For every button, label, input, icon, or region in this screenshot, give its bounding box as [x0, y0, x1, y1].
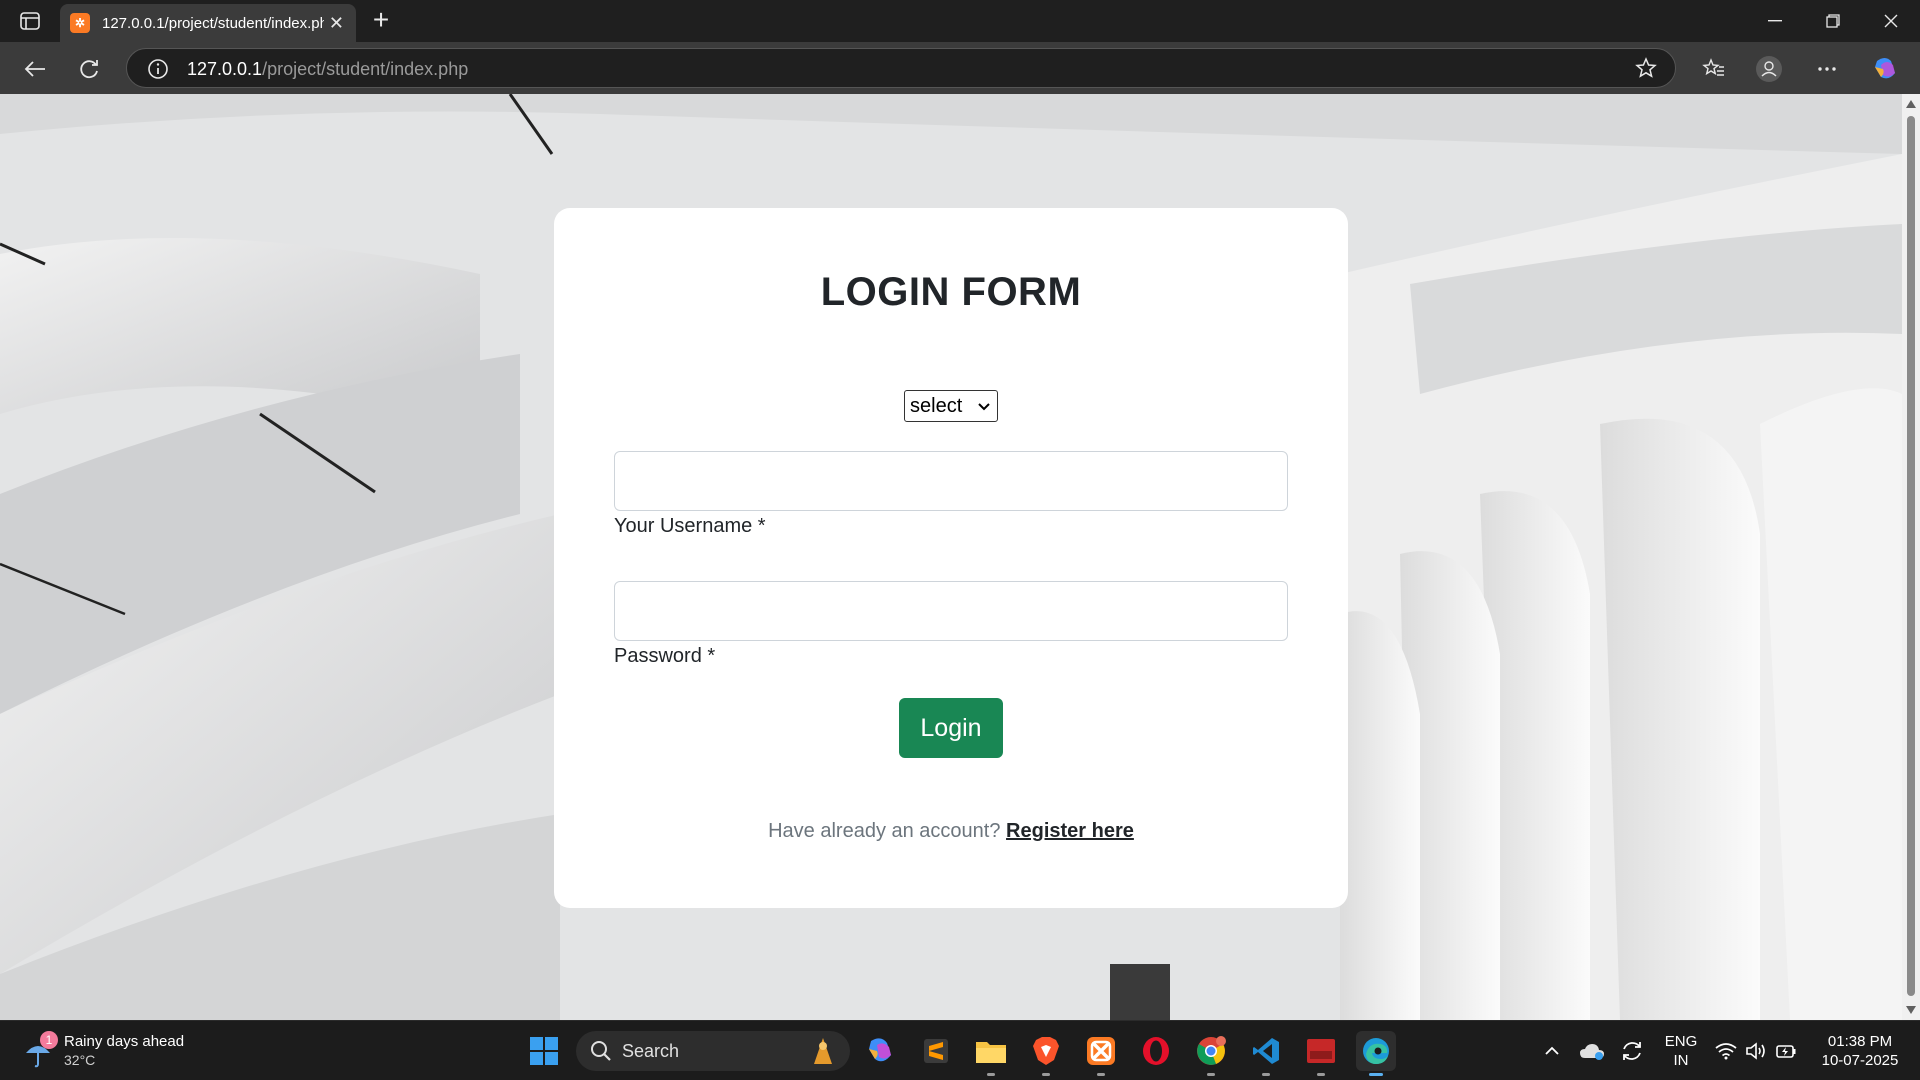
role-select-value: select — [910, 394, 963, 417]
voicemeeter-icon[interactable] — [1301, 1031, 1341, 1076]
browser-title-bar: ✲ 127.0.0.1/project/student/index.php ✕ … — [0, 0, 1920, 42]
language-top: ENG — [1664, 1033, 1698, 1050]
register-line: Have already an account? Register here — [554, 820, 1348, 843]
search-label: Search — [622, 1041, 680, 1061]
running-indicator — [1097, 1073, 1105, 1076]
xampp-favicon-icon: ✲ — [70, 13, 90, 33]
back-icon[interactable] — [18, 52, 52, 86]
register-link[interactable]: Register here — [1006, 820, 1134, 842]
scroll-down-icon[interactable] — [1906, 1006, 1916, 1014]
running-indicator — [1262, 1073, 1270, 1076]
active-indicator — [1369, 1073, 1383, 1076]
wifi-icon[interactable] — [1710, 1031, 1742, 1071]
tab-title: 127.0.0.1/project/student/index.php — [102, 14, 324, 32]
language-indicator[interactable]: ENG IN — [1660, 1032, 1702, 1070]
password-input[interactable] — [614, 581, 1288, 641]
copilot-icon[interactable] — [1868, 52, 1902, 86]
password-label: Password * — [614, 645, 716, 667]
form-title: LOGIN FORM — [820, 270, 1082, 314]
xampp-icon[interactable] — [1081, 1031, 1121, 1076]
file-explorer-icon[interactable] — [971, 1031, 1011, 1076]
running-indicator — [1317, 1073, 1325, 1076]
url-path: /project/student/index.php — [262, 59, 469, 79]
more-options-icon[interactable] — [1810, 52, 1844, 86]
close-window-icon[interactable] — [1862, 0, 1920, 42]
favorites-icon[interactable] — [1697, 52, 1731, 86]
running-indicator — [1042, 1073, 1050, 1076]
restore-icon[interactable] — [1804, 0, 1862, 42]
login-card: LOGIN FORM select Your Username * Passwo… — [554, 208, 1348, 908]
minimize-icon[interactable] — [1746, 0, 1804, 42]
weather-alert-badge: 1 — [40, 1031, 58, 1049]
chrome-icon[interactable] — [1191, 1031, 1231, 1076]
weather-title: Rainy days ahead — [64, 1033, 185, 1050]
scroll-up-icon[interactable] — [1906, 100, 1916, 108]
login-button[interactable]: Login — [899, 698, 1003, 758]
username-input[interactable] — [614, 451, 1288, 511]
language-bottom: IN — [1673, 1052, 1689, 1069]
favorite-star-icon[interactable] — [1635, 57, 1657, 84]
clock-date: 10-07-2025 — [1821, 1052, 1899, 1069]
clock[interactable]: 01:38 PM 10-07-2025 — [1812, 1032, 1908, 1070]
browser-tab-active[interactable]: ✲ 127.0.0.1/project/student/index.php ✕ — [60, 4, 356, 42]
url-host: 127.0.0.1 — [187, 59, 263, 79]
start-windows-icon[interactable] — [524, 1031, 564, 1071]
url-text[interactable]: 127.0.0.1/project/student/index.php — [187, 59, 468, 80]
address-bar[interactable]: 127.0.0.1/project/student/index.php — [126, 48, 1676, 88]
brave-browser-icon[interactable] — [1026, 1031, 1066, 1076]
weather-temp: 32°C — [64, 1052, 96, 1068]
browser-toolbar: 127.0.0.1/project/student/index.php — [0, 42, 1920, 94]
volume-icon[interactable] — [1740, 1031, 1772, 1071]
onedrive-icon[interactable] — [1574, 1031, 1610, 1071]
chevron-down-icon — [977, 397, 991, 421]
new-tab-icon[interactable]: + — [366, 6, 396, 36]
battery-icon[interactable] — [1770, 1031, 1802, 1071]
profile-icon[interactable] — [1752, 52, 1786, 86]
role-select[interactable]: select — [904, 390, 998, 422]
copilot-app-icon[interactable] — [860, 1031, 900, 1071]
search-icon — [591, 1041, 611, 1061]
page-scrollbar[interactable] — [1902, 94, 1920, 1020]
register-prompt: Have already an account? — [768, 820, 1001, 842]
windows-taskbar: 1 Rainy days ahead 32°C Search ENG IN 01… — [0, 1020, 1920, 1080]
running-indicator — [987, 1073, 995, 1076]
tab-actions-icon[interactable] — [14, 8, 46, 34]
running-indicator — [1207, 1073, 1215, 1076]
weather-widget[interactable]: 1 Rainy days ahead 32°C — [22, 1031, 212, 1071]
vscode-icon[interactable] — [1246, 1031, 1286, 1076]
clock-time: 01:38 PM — [1827, 1033, 1893, 1050]
username-label: Your Username * — [614, 515, 766, 537]
edge-browser-icon[interactable] — [1356, 1031, 1396, 1076]
sync-icon[interactable] — [1614, 1031, 1650, 1071]
search-highlight-icon — [814, 1038, 832, 1064]
chevron-up-icon[interactable] — [1534, 1031, 1570, 1071]
scrollbar-thumb[interactable] — [1907, 116, 1915, 996]
tab-close-icon[interactable]: ✕ — [329, 14, 344, 32]
site-info-icon[interactable] — [147, 58, 169, 85]
opera-icon[interactable] — [1136, 1031, 1176, 1071]
page-viewport: LOGIN FORM select Your Username * Passwo… — [0, 94, 1902, 1020]
taskbar-search[interactable]: Search — [576, 1031, 850, 1071]
sublime-text-icon[interactable] — [916, 1031, 956, 1071]
refresh-icon[interactable] — [72, 52, 106, 86]
